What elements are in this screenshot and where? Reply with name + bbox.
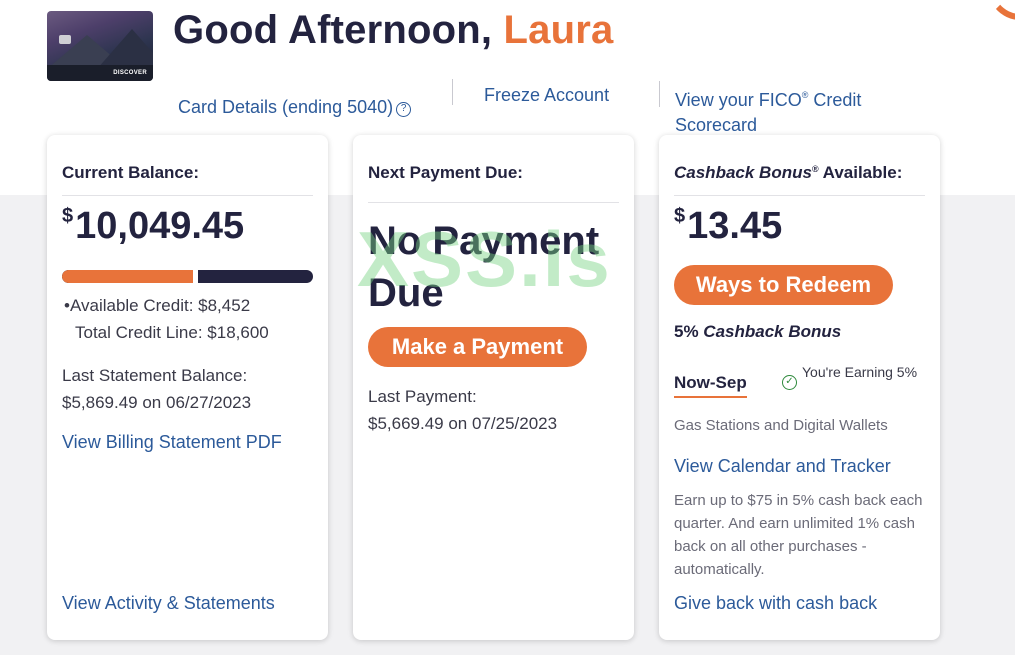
cashback-title-suffix: Available: (818, 163, 903, 182)
bonus-label: 5% Cashback Bonus (674, 322, 841, 342)
registered-mark: ® (811, 164, 819, 174)
link-divider (452, 79, 453, 105)
billing-statement-pdf-link[interactable]: View Billing Statement PDF (62, 432, 282, 453)
currency-symbol: $ (674, 205, 686, 227)
divider (674, 195, 925, 196)
page-greeting: Good Afternoon, Laura (173, 8, 613, 53)
bonus-prefix: 5% (674, 322, 704, 341)
bonus-italic: Cashback Bonus (703, 322, 842, 341)
freeze-account-link[interactable]: Freeze Account (484, 85, 609, 106)
balance-value: 10,049.45 (75, 205, 245, 247)
give-back-link[interactable]: Give back with cash back (674, 593, 877, 614)
last-payment-value: $5,669.49 on 07/25/2023 (368, 414, 558, 433)
panel-title: Next Payment Due: (368, 163, 523, 182)
make-payment-button[interactable]: Make a Payment (368, 327, 587, 367)
help-icon[interactable]: ? (396, 102, 412, 117)
cashback-title-italic: Cashback Bonus (674, 163, 812, 182)
payment-status: No Payment Due (368, 219, 600, 315)
fico-link-prefix: View your FICO (675, 90, 802, 110)
view-activity-link[interactable]: View Activity & Statements (62, 593, 275, 614)
divider (368, 202, 619, 203)
available-credit: •Available Credit: $8,452 (64, 296, 251, 315)
card-art-mountain (97, 29, 153, 69)
greeting-text: Good Afternoon, (173, 8, 504, 52)
credit-utilization-fill (62, 270, 198, 283)
ways-to-redeem-button[interactable]: Ways to Redeem (674, 265, 893, 305)
cashback-bonus-panel: Cashback Bonus® Available: $13.45 Ways t… (659, 135, 940, 640)
card-details-label: Card Details (ending 5040) (178, 97, 394, 117)
total-credit-line: Total Credit Line: $18,600 (75, 323, 269, 342)
earning-status: You're Earning 5% (802, 364, 918, 380)
currency-symbol: $ (62, 205, 74, 227)
next-payment-panel: Next Payment Due: No Payment Due Make a … (353, 135, 634, 640)
panel-title: Cashback Bonus® Available: (674, 163, 902, 183)
credit-card-image[interactable]: DISCOVER (47, 11, 153, 81)
bonus-category: Gas Stations and Digital Wallets (674, 417, 888, 434)
cashback-value: 13.45 (687, 205, 783, 247)
decorative-arc (985, 0, 1015, 20)
card-chip (59, 35, 71, 44)
cashback-amount: $13.45 (674, 205, 782, 248)
check-circle-icon: ✓ (782, 375, 797, 390)
fico-scorecard-link[interactable]: View your FICO® Credit Scorecard (675, 83, 915, 138)
current-balance-panel: Current Balance: $10,049.45 •Available C… (47, 135, 328, 640)
credit-utilization-bar (62, 270, 313, 283)
card-details-link[interactable]: Card Details (ending 5040)? (178, 97, 412, 118)
cashback-fine-print: Earn up to $75 in 5% cash back each quar… (674, 492, 923, 578)
current-balance-amount: $10,049.45 (62, 205, 244, 248)
user-name: Laura (503, 8, 614, 52)
link-divider (659, 81, 660, 107)
last-payment-label: Last Payment: (368, 387, 477, 406)
last-statement-value: $5,869.49 on 06/27/2023 (62, 393, 252, 412)
divider (62, 195, 313, 196)
period-tab[interactable]: Now-Sep (674, 373, 747, 398)
card-brand-logo: DISCOVER (113, 70, 147, 76)
last-statement-label: Last Statement Balance: (62, 366, 248, 385)
panel-title: Current Balance: (62, 163, 199, 182)
calendar-tracker-link[interactable]: View Calendar and Tracker (674, 456, 891, 477)
